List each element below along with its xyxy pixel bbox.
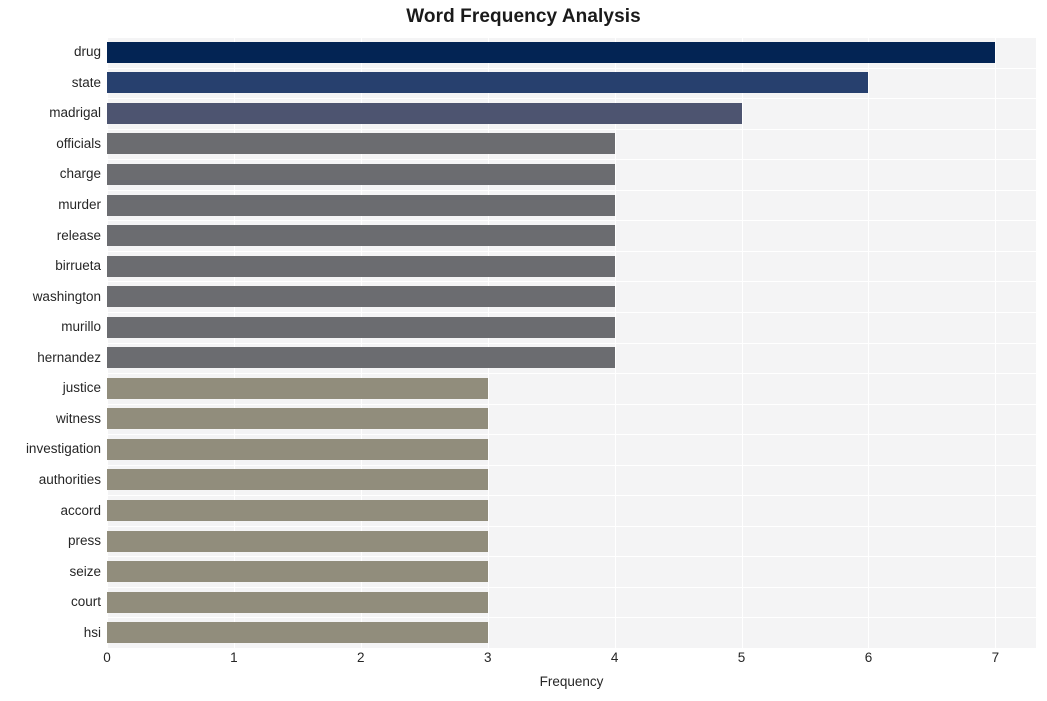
bar-release bbox=[107, 225, 615, 247]
gridline-y-14 bbox=[107, 465, 1036, 466]
bar-hernandez bbox=[107, 347, 615, 369]
gridline-y-16 bbox=[107, 526, 1036, 527]
y-tick-label-witness: witness bbox=[55, 410, 101, 426]
gridline-y-9 bbox=[107, 312, 1036, 313]
gridline-y-18 bbox=[107, 587, 1036, 588]
bar-justice bbox=[107, 377, 488, 399]
y-axis-tick-labels: drug state madrigal officials charge murder re… bbox=[0, 37, 101, 648]
bar-accord bbox=[107, 500, 488, 522]
y-tick-label-accord: accord bbox=[60, 502, 101, 518]
bar-charge bbox=[107, 163, 615, 185]
gridline-y-3 bbox=[107, 129, 1036, 130]
y-tick-label-justice: justice bbox=[62, 380, 101, 396]
y-tick-label-murder: murder bbox=[58, 197, 101, 213]
gridline-y-1 bbox=[107, 68, 1036, 69]
y-tick-label-investigation: investigation bbox=[25, 441, 101, 457]
gridline-y-2 bbox=[107, 98, 1036, 99]
x-tick-label-2: 2 bbox=[357, 650, 365, 665]
x-tick-label-4: 4 bbox=[610, 650, 619, 665]
y-tick-label-release: release bbox=[56, 227, 101, 243]
chart-figure: Word Frequency Analysis drug state madriga… bbox=[0, 0, 1047, 701]
plot-area bbox=[107, 37, 1036, 649]
bar-murder bbox=[107, 194, 615, 216]
gridline-y-11 bbox=[107, 373, 1036, 374]
bar-witness bbox=[107, 408, 488, 430]
y-tick-label-seize: seize bbox=[69, 563, 101, 579]
gridline-y-7 bbox=[107, 251, 1036, 252]
y-tick-label-press: press bbox=[67, 533, 101, 549]
gridline-y-19 bbox=[107, 617, 1036, 618]
x-tick-label-1: 1 bbox=[230, 650, 238, 665]
y-tick-label-washington: washington bbox=[32, 288, 101, 304]
gridline-y-8 bbox=[107, 281, 1036, 282]
bar-investigation bbox=[107, 438, 488, 460]
gridline-y-15 bbox=[107, 495, 1036, 496]
bar-officials bbox=[107, 133, 615, 155]
bar-washington bbox=[107, 286, 615, 308]
x-tick-label-0: 0 bbox=[103, 650, 111, 665]
y-tick-label-madrigal: madrigal bbox=[49, 105, 101, 121]
y-tick-label-court: court bbox=[70, 594, 101, 610]
bar-hsi bbox=[107, 622, 488, 644]
x-axis-label: Frequency bbox=[539, 674, 604, 689]
bar-court bbox=[107, 591, 488, 613]
x-tick-label-7: 7 bbox=[991, 650, 1000, 665]
y-tick-label-officials: officials bbox=[56, 135, 101, 151]
y-tick-label-drug: drug bbox=[73, 44, 101, 60]
y-tick-label-charge: charge bbox=[59, 166, 101, 182]
gridline-y-5 bbox=[107, 190, 1036, 191]
bar-birrueta bbox=[107, 255, 615, 277]
gridline-y-12 bbox=[107, 404, 1036, 405]
y-tick-label-authorities: authorities bbox=[38, 471, 101, 487]
bar-press bbox=[107, 530, 488, 552]
bar-murillo bbox=[107, 316, 615, 338]
bar-authorities bbox=[107, 469, 488, 491]
gridline-y-17 bbox=[107, 556, 1036, 557]
y-tick-label-hsi: hsi bbox=[83, 624, 101, 640]
bar-seize bbox=[107, 561, 488, 583]
y-tick-label-state: state bbox=[71, 74, 101, 90]
bar-madrigal bbox=[107, 102, 742, 124]
gridline-y-0 bbox=[107, 37, 1036, 38]
y-tick-label-birrueta: birrueta bbox=[55, 258, 101, 274]
y-tick-label-murillo: murillo bbox=[61, 319, 101, 335]
gridline-y-4 bbox=[107, 159, 1036, 160]
x-tick-label-6: 6 bbox=[864, 650, 873, 665]
bar-drug bbox=[107, 41, 996, 63]
x-axis-tick-labels: 0 1 2 3 4 5 6 7 bbox=[103, 650, 1036, 672]
x-tick-label-5: 5 bbox=[737, 650, 746, 665]
bar-state bbox=[107, 72, 869, 94]
y-tick-label-hernandez: hernandez bbox=[37, 349, 101, 365]
gridline-y-10 bbox=[107, 343, 1036, 344]
chart-title: Word Frequency Analysis bbox=[406, 6, 641, 27]
x-tick-label-3: 3 bbox=[483, 650, 492, 665]
gridline-y-20 bbox=[107, 648, 1036, 649]
gridline-y-13 bbox=[107, 434, 1036, 435]
gridline-y-6 bbox=[107, 220, 1036, 221]
